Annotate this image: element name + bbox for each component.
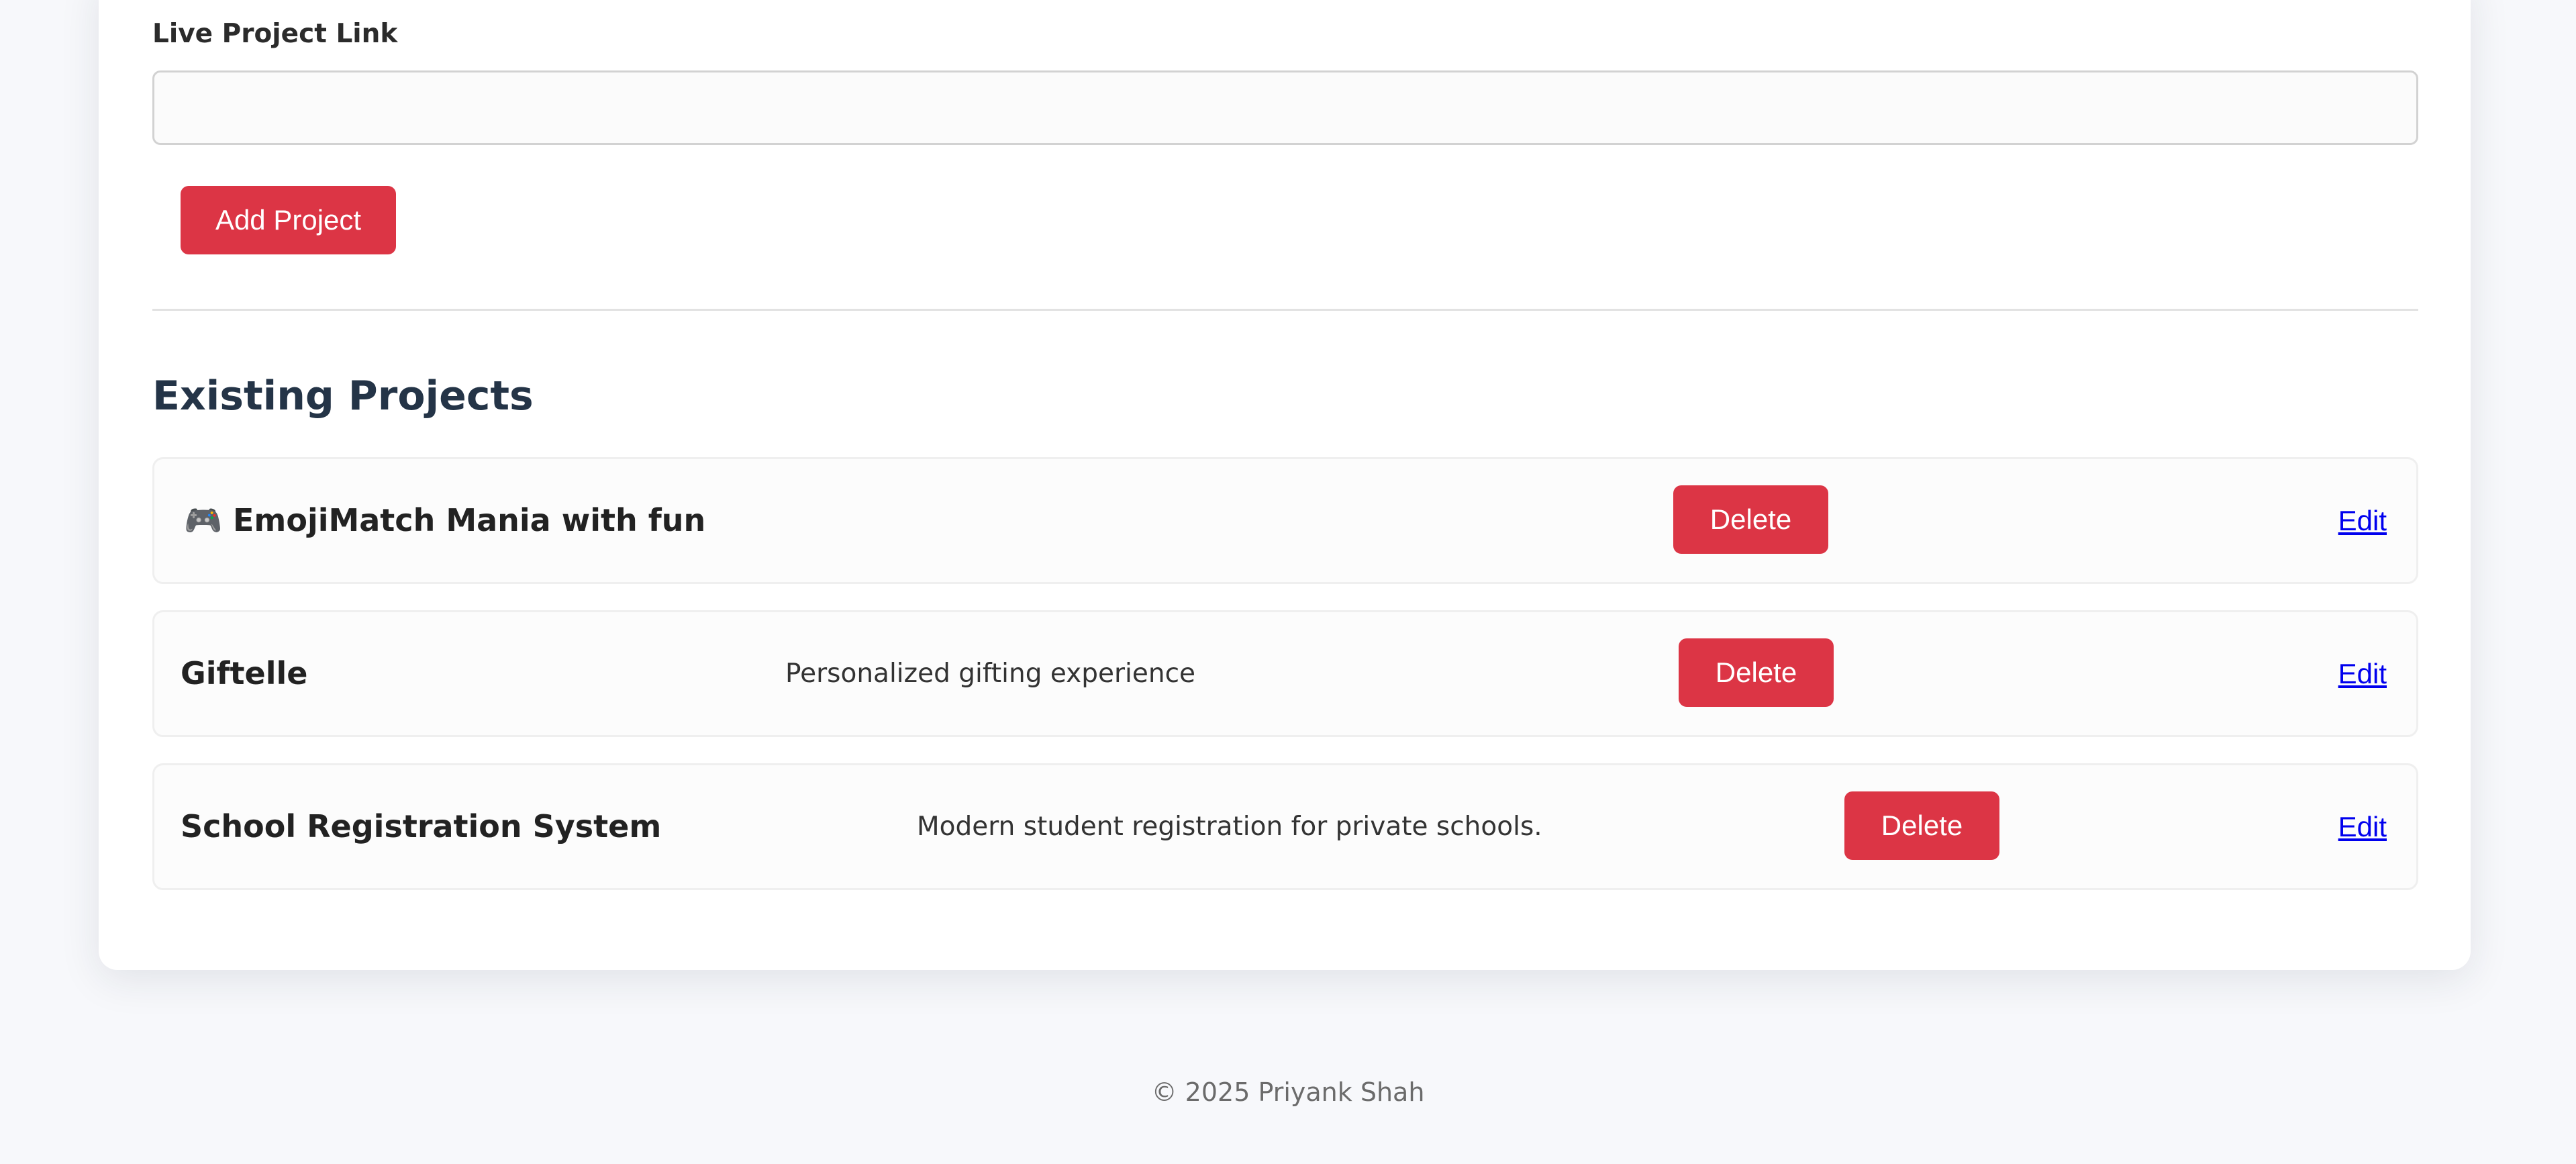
edit-project-link[interactable]: Edit (2338, 612, 2387, 739)
project-description: Modern student registration for private … (917, 812, 1542, 842)
footer-copyright: © 2025 Priyank Shah (1151, 1077, 1425, 1107)
project-row: 🎮 EmojiMatch Mania with fun Delete Edit (152, 457, 2418, 584)
delete-project-button[interactable]: Delete (1673, 485, 1828, 554)
project-row: Giftelle Personalized gifting experience… (152, 610, 2418, 737)
project-name: Giftelle (181, 655, 308, 691)
delete-project-button[interactable]: Delete (1679, 638, 1834, 707)
project-description: Personalized gifting experience (785, 659, 1196, 689)
project-name: School Registration System (181, 808, 662, 844)
live-project-link-label: Live Project Link (152, 19, 398, 49)
add-project-button[interactable]: Add Project (181, 186, 396, 254)
edit-project-link[interactable]: Edit (2338, 765, 2387, 892)
live-project-link-input[interactable] (152, 70, 2418, 145)
section-divider (152, 309, 2418, 311)
project-row: School Registration System Modern studen… (152, 763, 2418, 890)
project-name: EmojiMatch Mania with fun (233, 502, 706, 538)
delete-project-button[interactable]: Delete (1844, 791, 1999, 860)
existing-projects-heading: Existing Projects (152, 373, 534, 420)
edit-project-link[interactable]: Edit (2338, 459, 2387, 586)
gamepad-icon: 🎮 (184, 502, 223, 538)
